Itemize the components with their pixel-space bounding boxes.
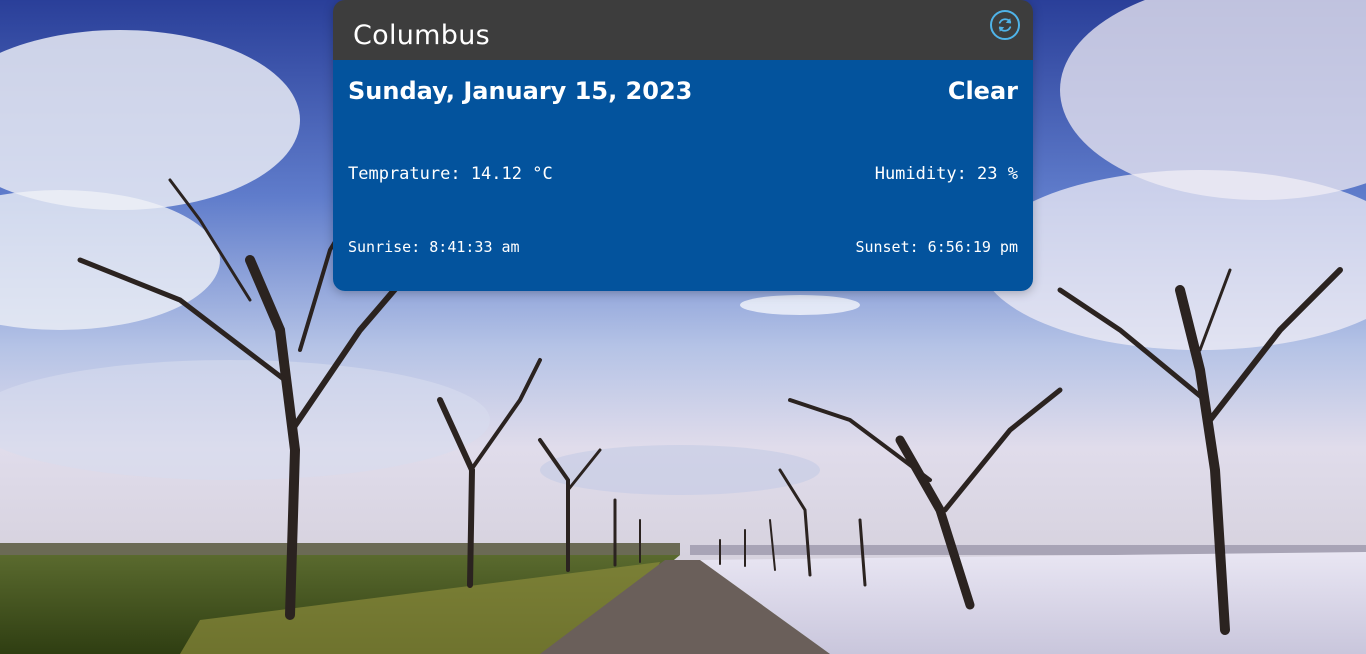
weather-card: Columbus Sunday, January 15, 2023 Clear …: [333, 0, 1033, 291]
weather-date: Sunday, January 15, 2023: [348, 77, 693, 105]
weather-card-body: Sunday, January 15, 2023 Clear Tempratur…: [333, 60, 1033, 291]
temperature-reading: Temprature: 14.12 °C: [348, 164, 553, 184]
sunrise-time: Sunrise: 8:41:33 am: [348, 238, 520, 256]
city-name: Columbus: [353, 20, 491, 51]
refresh-button[interactable]: [990, 10, 1020, 40]
weather-card-header: Columbus: [333, 0, 1033, 60]
weather-condition: Clear: [947, 77, 1018, 105]
humidity-reading: Humidity: 23 %: [874, 164, 1018, 184]
sunset-time: Sunset: 6:56:19 pm: [855, 238, 1018, 256]
refresh-icon: [998, 18, 1012, 32]
